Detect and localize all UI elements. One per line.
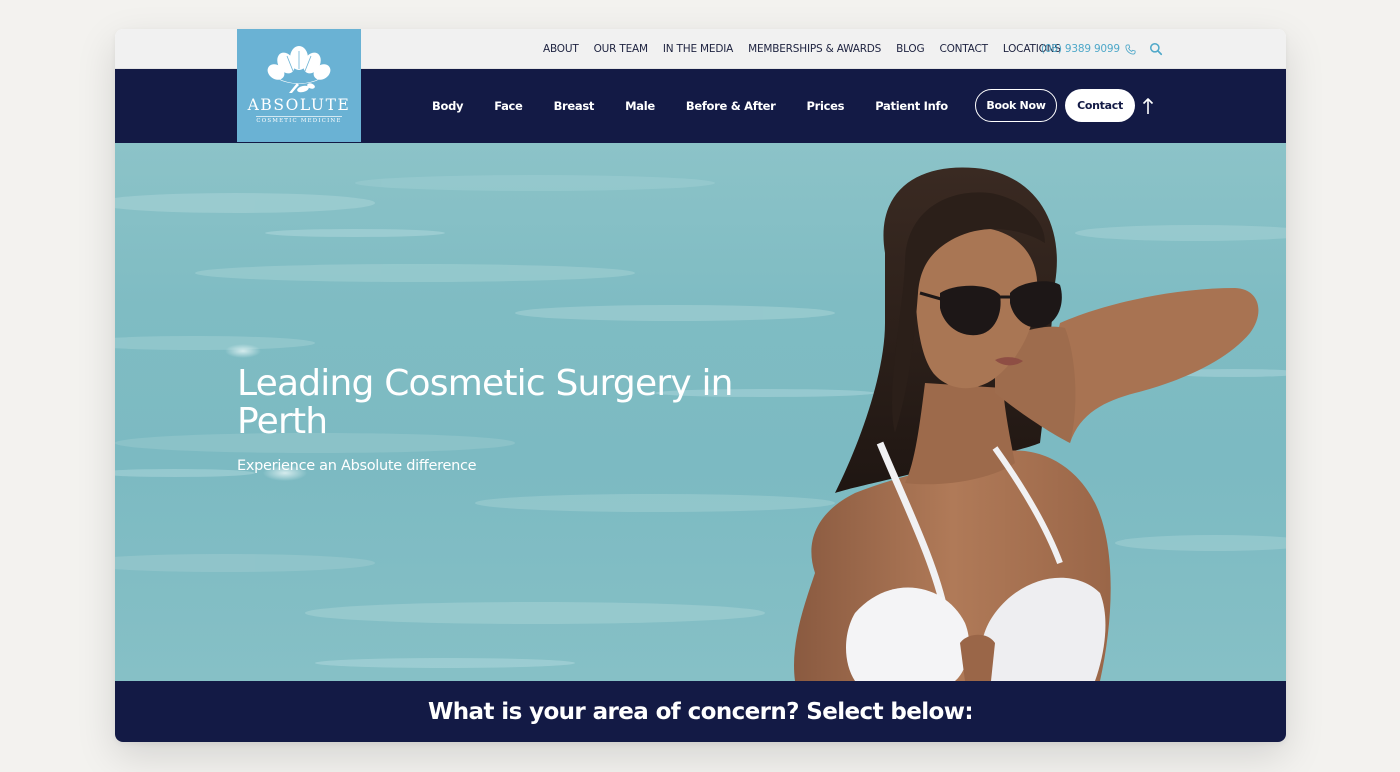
top-nav-contact[interactable]: CONTACT — [939, 43, 988, 55]
phone-link[interactable]: (08) 9389 9099 — [1041, 29, 1137, 69]
nav-before-after[interactable]: Before & After — [686, 99, 776, 113]
site-logo[interactable]: ABSOLUTE COSMETIC MEDICINE — [237, 29, 361, 142]
concern-selector-bar: What is your area of concern? Select bel… — [115, 681, 1286, 742]
nav-patient-info[interactable]: Patient Info — [875, 99, 948, 113]
top-nav-about[interactable]: ABOUT — [543, 43, 579, 55]
top-nav-memberships-awards[interactable]: MEMBERSHIPS & AWARDS — [748, 43, 881, 55]
nav-face[interactable]: Face — [494, 99, 523, 113]
hero-title: Leading Cosmetic Surgery in Perth — [237, 363, 734, 442]
website-frame: ABOUT OUR TEAM IN THE MEDIA MEMBERSHIPS … — [115, 29, 1286, 742]
arrow-up-icon[interactable] — [1142, 97, 1154, 115]
book-now-button[interactable]: Book Now — [975, 89, 1057, 122]
shell-flower-icon — [267, 46, 331, 93]
top-nav: ABOUT OUR TEAM IN THE MEDIA MEMBERSHIPS … — [543, 29, 1061, 69]
contact-button[interactable]: Contact — [1065, 89, 1135, 122]
concern-heading: What is your area of concern? Select bel… — [428, 698, 974, 725]
top-nav-blog[interactable]: BLOG — [896, 43, 924, 55]
nav-male[interactable]: Male — [625, 99, 655, 113]
top-nav-in-the-media[interactable]: IN THE MEDIA — [663, 43, 733, 55]
top-nav-our-team[interactable]: OUR TEAM — [594, 43, 648, 55]
hero-section: Leading Cosmetic Surgery in Perth Experi… — [115, 143, 1286, 681]
phone-icon — [1125, 43, 1136, 55]
hero-subtitle: Experience an Absolute difference — [237, 458, 477, 474]
phone-number: (08) 9389 9099 — [1041, 43, 1120, 55]
nav-breast[interactable]: Breast — [554, 99, 595, 113]
main-nav: Body Face Breast Male Before & After Pri… — [432, 69, 948, 143]
nav-prices[interactable]: Prices — [807, 99, 845, 113]
logo-wordmark: ABSOLUTE — [247, 96, 351, 114]
search-icon[interactable] — [1149, 42, 1163, 56]
logo-tagline: COSMETIC MEDICINE — [256, 116, 342, 124]
nav-body[interactable]: Body — [432, 99, 464, 113]
